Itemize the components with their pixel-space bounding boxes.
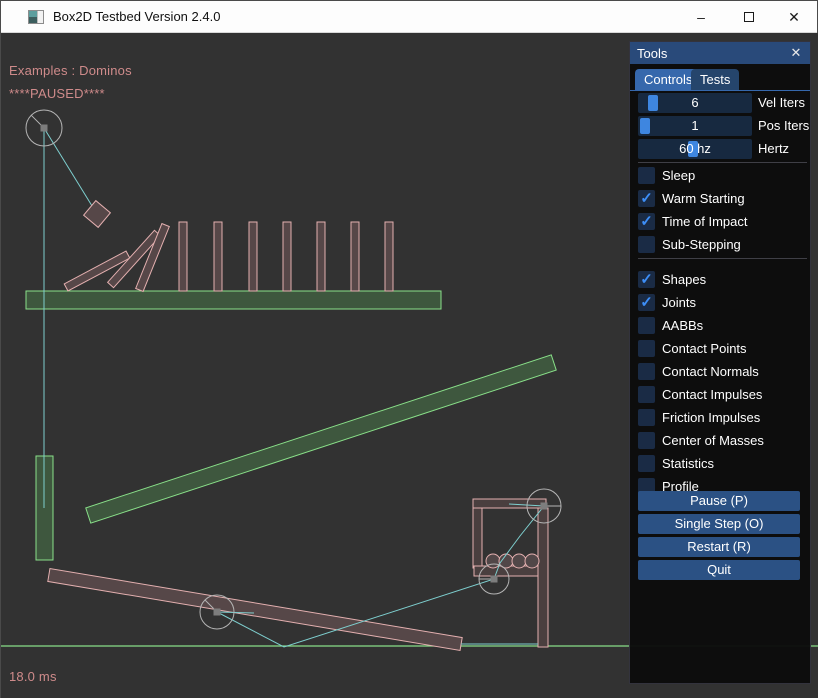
tab-underline	[630, 90, 810, 91]
checkbox-box[interactable]: ✓	[638, 167, 655, 184]
minimize-icon[interactable]: –	[678, 1, 724, 33]
checkbox-box[interactable]: ✓	[638, 213, 655, 230]
checkbox-box[interactable]: ✓	[638, 271, 655, 288]
checkbox-box[interactable]: ✓	[638, 386, 655, 403]
standing-dominos	[179, 222, 393, 291]
window-titlebar: Box2D Testbed Version 2.4.0 – ✕	[1, 1, 817, 33]
checkbox-box[interactable]: ✓	[638, 409, 655, 426]
checkbox-center-of-masses[interactable]: ✓ Center of Masses	[630, 430, 810, 453]
separator	[638, 258, 807, 259]
checkbox-statistics[interactable]: ✓ Statistics	[630, 453, 810, 476]
tilted-platform	[86, 355, 556, 523]
checkbox-contact-points[interactable]: ✓ Contact Points	[630, 338, 810, 361]
simulation-canvas[interactable]: Examples : Dominos ****PAUSED**** 18.0 m…	[1, 33, 818, 698]
fallen-dominos	[64, 224, 169, 292]
hertz-slider[interactable]: 60 hz Hertz	[630, 139, 810, 159]
checkbox-sleep[interactable]: ✓ Sleep	[630, 165, 810, 188]
domino-platform	[26, 291, 441, 309]
example-label: Examples : Dominos	[9, 63, 132, 78]
pos-iters-label: Pos Iters	[758, 116, 809, 136]
tools-panel: Tools ✕ Controls Tests 6 Vel Iters 1 Pos…	[629, 41, 811, 684]
vel-iters-value: 6	[638, 93, 752, 113]
single-step-button[interactable]: Single Step (O)	[638, 514, 800, 534]
checkbox-warm-starting[interactable]: ✓ Warm Starting	[630, 188, 810, 211]
checkbox-friction-impulses[interactable]: ✓ Friction Impulses	[630, 407, 810, 430]
checkbox-aabbs[interactable]: ✓ AABBs	[630, 315, 810, 338]
checkbox-box[interactable]: ✓	[638, 190, 655, 207]
hertz-value: 60 hz	[638, 139, 752, 159]
checkbox-contact-impulses[interactable]: ✓ Contact Impulses	[630, 384, 810, 407]
app-icon	[28, 10, 44, 24]
application-window: Box2D Testbed Version 2.4.0 – ✕	[0, 0, 818, 698]
quit-button[interactable]: Quit	[638, 560, 800, 580]
tools-close-icon[interactable]: ✕	[787, 44, 805, 62]
checkbox-box[interactable]: ✓	[638, 432, 655, 449]
vel-iters-slider[interactable]: 6 Vel Iters	[630, 93, 810, 113]
checkbox-box[interactable]: ✓	[638, 340, 655, 357]
checkbox-sub-stepping[interactable]: ✓ Sub-Stepping	[630, 234, 810, 257]
paused-label: ****PAUSED****	[9, 86, 105, 101]
checkbox-box[interactable]: ✓	[638, 363, 655, 380]
pos-iters-value: 1	[638, 116, 752, 136]
checkbox-shapes[interactable]: ✓ Shapes	[630, 269, 810, 292]
tools-titlebar[interactable]: Tools ✕	[630, 42, 810, 64]
checkbox-box[interactable]: ✓	[638, 236, 655, 253]
tools-title: Tools	[637, 46, 667, 61]
checkbox-time-of-impact[interactable]: ✓ Time of Impact	[630, 211, 810, 234]
maximize-icon[interactable]	[726, 1, 772, 33]
vel-iters-label: Vel Iters	[758, 93, 805, 113]
pendulum-box	[84, 201, 111, 228]
window-title: Box2D Testbed Version 2.4.0	[53, 9, 220, 24]
frame-time-label: 18.0 ms	[9, 669, 57, 684]
close-icon[interactable]: ✕	[771, 1, 817, 33]
separator	[638, 162, 807, 163]
checkbox-joints[interactable]: ✓ Joints	[630, 292, 810, 315]
checkbox-contact-normals[interactable]: ✓ Contact Normals	[630, 361, 810, 384]
tab-tests[interactable]: Tests	[691, 69, 739, 90]
checkbox-box[interactable]: ✓	[638, 294, 655, 311]
pause-button[interactable]: Pause (P)	[638, 491, 800, 511]
hertz-label: Hertz	[758, 139, 789, 159]
checkbox-box[interactable]: ✓	[638, 455, 655, 472]
checkbox-box[interactable]: ✓	[638, 317, 655, 334]
restart-button[interactable]: Restart (R)	[638, 537, 800, 557]
pos-iters-slider[interactable]: 1 Pos Iters	[630, 116, 810, 136]
